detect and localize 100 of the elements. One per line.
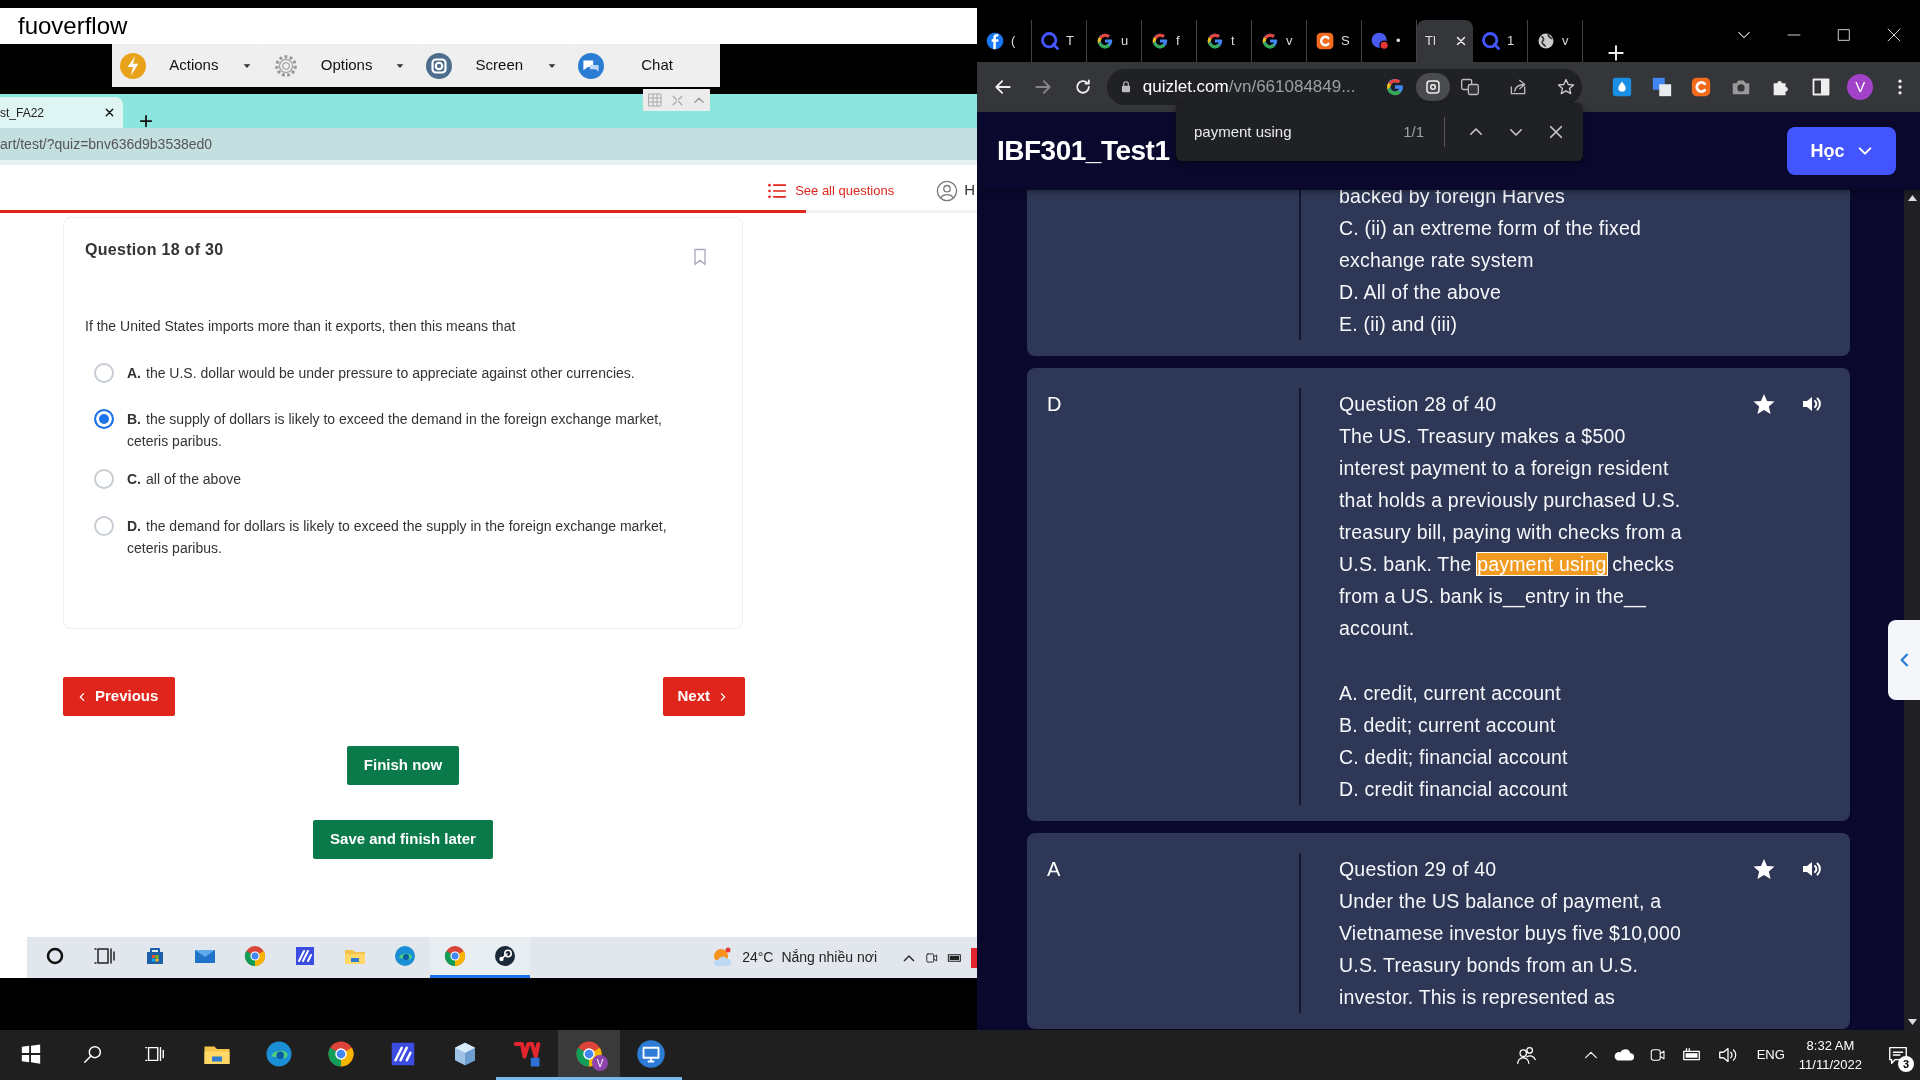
question-text: Under the US balance of payment, a Vietnamese investor buys five $10,000 U.S. Treasury bonds from an U.S. investor. This is represented as bbox=[1339, 888, 1682, 1010]
scroll-up-icon[interactable] bbox=[1907, 194, 1917, 201]
question-title: Question 28 of 40 bbox=[1339, 392, 1498, 417]
camera-icon bbox=[425, 52, 452, 79]
search-page-button[interactable] bbox=[1416, 73, 1450, 101]
browser-icon[interactable] bbox=[243, 944, 267, 968]
see-all-questions-link[interactable]: See all questions bbox=[767, 180, 895, 201]
tab-title: st_FA22 bbox=[0, 104, 45, 122]
taskbar-button[interactable]: V bbox=[558, 1030, 620, 1080]
answer-text: C. dedit; financial account bbox=[1339, 744, 1569, 770]
lens-icon bbox=[1424, 78, 1442, 96]
question-text: The US. Treasury makes a $500 interest payment to a foreign resident that holds a previously purchased U.S. treasury bill, paying with checks from a U.S. bank. The payment using checks from a US. bank is__entry in the__ account. bbox=[1339, 424, 1683, 641]
wave-browser-icon[interactable] bbox=[393, 944, 417, 968]
browser-tab[interactable]: Tl bbox=[1417, 20, 1473, 62]
question-title: Question 29 of 40 bbox=[1339, 856, 1498, 882]
new-tab-icon[interactable] bbox=[1607, 44, 1625, 62]
radio-button[interactable] bbox=[94, 469, 114, 489]
lightning-icon bbox=[120, 52, 146, 79]
app-icon[interactable] bbox=[293, 944, 317, 968]
plus-icon[interactable] bbox=[139, 114, 153, 129]
bubble-icon bbox=[1370, 31, 1390, 51]
answer-text: A. credit, current account bbox=[1339, 680, 1562, 706]
quizlet-icon bbox=[1040, 31, 1060, 51]
account-icon[interactable] bbox=[936, 179, 959, 202]
c-logo-icon[interactable] bbox=[1690, 76, 1713, 98]
star-icon[interactable] bbox=[1556, 77, 1576, 97]
answer-text: D. credit financial account bbox=[1339, 776, 1569, 802]
url-text: quizlet.com/vn/661084849... bbox=[1142, 76, 1356, 99]
clock[interactable]: 8:32 AM 11/11/2022 bbox=[1798, 1036, 1862, 1074]
study-menu-button[interactable]: Học bbox=[1787, 127, 1896, 175]
address-bar[interactable]: quizlet.com/vn/661084849... bbox=[1106, 69, 1582, 105]
c-logo-icon bbox=[1315, 31, 1335, 51]
answer-text: B. dedit; current account bbox=[1339, 712, 1557, 738]
google-icon bbox=[1260, 31, 1280, 51]
monitor-icon bbox=[636, 1038, 666, 1069]
chevron-right-icon bbox=[718, 690, 728, 703]
translate-icon[interactable] bbox=[1650, 76, 1673, 98]
game-launcher-icon[interactable] bbox=[493, 944, 517, 968]
time: 8:32 AM bbox=[1806, 1037, 1855, 1055]
close-icon[interactable] bbox=[1547, 123, 1565, 141]
answer-option[interactable]: B. the supply of dollars is likely to exceed the demand in the foreign exchange market, ceteris paribus. bbox=[127, 408, 687, 452]
find-field[interactable]: payment using bbox=[1194, 120, 1384, 144]
back-icon[interactable] bbox=[993, 77, 1013, 97]
finish-button[interactable]: Finish now bbox=[346, 746, 460, 785]
notification-count: 3 bbox=[1898, 1056, 1914, 1072]
scroll-down-icon[interactable] bbox=[1907, 1019, 1917, 1026]
question-title: Question 18 of 30 bbox=[85, 240, 224, 260]
close-icon[interactable] bbox=[1455, 35, 1467, 47]
radio-button[interactable] bbox=[94, 409, 114, 429]
profile-avatar[interactable]: V bbox=[1847, 74, 1874, 100]
google-icon[interactable] bbox=[1384, 76, 1406, 98]
chevron-left-icon bbox=[77, 690, 87, 703]
notification-button[interactable]: 3 bbox=[1876, 1030, 1920, 1080]
star-icon[interactable] bbox=[1752, 392, 1776, 417]
facebook-icon bbox=[985, 31, 1005, 51]
drop-icon[interactable] bbox=[1610, 76, 1633, 98]
side-panel-tab[interactable] bbox=[1888, 620, 1920, 700]
radio-button[interactable] bbox=[94, 363, 114, 383]
meet-icon[interactable] bbox=[1648, 1046, 1667, 1064]
windows-logo-icon bbox=[20, 1042, 42, 1065]
browser-tab[interactable]: st_FA22 bbox=[0, 97, 123, 129]
answer-option[interactable]: D. the demand for dollars is likely to exceed the supply in the foreign exchange market, ceteris paribus. bbox=[127, 515, 687, 559]
close-icon[interactable] bbox=[104, 107, 115, 119]
weather-text: Nắng nhiều nơi bbox=[781, 948, 877, 967]
language-indicator[interactable]: ENG bbox=[1756, 1045, 1785, 1065]
browser-icon[interactable] bbox=[443, 944, 467, 968]
side-panel-icon[interactable] bbox=[1810, 77, 1831, 97]
radio-button[interactable] bbox=[94, 516, 114, 536]
answer-text: E. (ii) and (iii) bbox=[1339, 312, 1459, 337]
google-icon bbox=[1205, 31, 1225, 51]
share-icon[interactable] bbox=[1508, 77, 1528, 97]
date: 11/11/2022 bbox=[1798, 1056, 1862, 1074]
temperature: 24°C bbox=[742, 948, 774, 967]
window-title: fuoverflow bbox=[18, 11, 128, 41]
address-field[interactable]: art/test/?quiz=bnv636d9b3538ed0 bbox=[0, 133, 213, 155]
term-text: D bbox=[1047, 393, 1062, 415]
notification-icon bbox=[1887, 1044, 1909, 1066]
chat-icon bbox=[578, 52, 605, 79]
gear-icon bbox=[272, 52, 299, 79]
google-icon bbox=[1095, 31, 1115, 51]
previous-button[interactable]: Previous bbox=[63, 677, 176, 716]
term-text: A bbox=[1047, 857, 1061, 880]
save-button[interactable]: Save and finish later bbox=[313, 820, 493, 859]
match-count: 1/1 bbox=[1403, 121, 1424, 142]
close-icon[interactable] bbox=[1886, 27, 1902, 43]
maximize-icon[interactable] bbox=[1836, 27, 1852, 43]
translate-icon[interactable] bbox=[1460, 77, 1480, 97]
answer-text: C. (ii) an extreme form of the fixed exchange rate system bbox=[1339, 216, 1642, 273]
answer-text: D. All of the above bbox=[1339, 280, 1503, 305]
scrollbar[interactable] bbox=[1904, 190, 1920, 1030]
answer-option[interactable]: C. all of the above bbox=[127, 468, 687, 490]
question-text: If the United States imports more than it exports, then this means that bbox=[85, 317, 517, 336]
globe-icon bbox=[1536, 31, 1556, 51]
account-label[interactable]: H bbox=[964, 179, 975, 202]
people-icon[interactable] bbox=[1514, 1044, 1537, 1066]
app-icon[interactable] bbox=[971, 947, 977, 968]
taskbar-button[interactable] bbox=[480, 937, 530, 978]
profile-badge: V bbox=[592, 1055, 608, 1071]
answer-option[interactable]: A. the U.S. dollar would be under pressure to appreciate against other currencies. bbox=[127, 362, 687, 384]
next-button[interactable]: Next bbox=[663, 677, 745, 716]
